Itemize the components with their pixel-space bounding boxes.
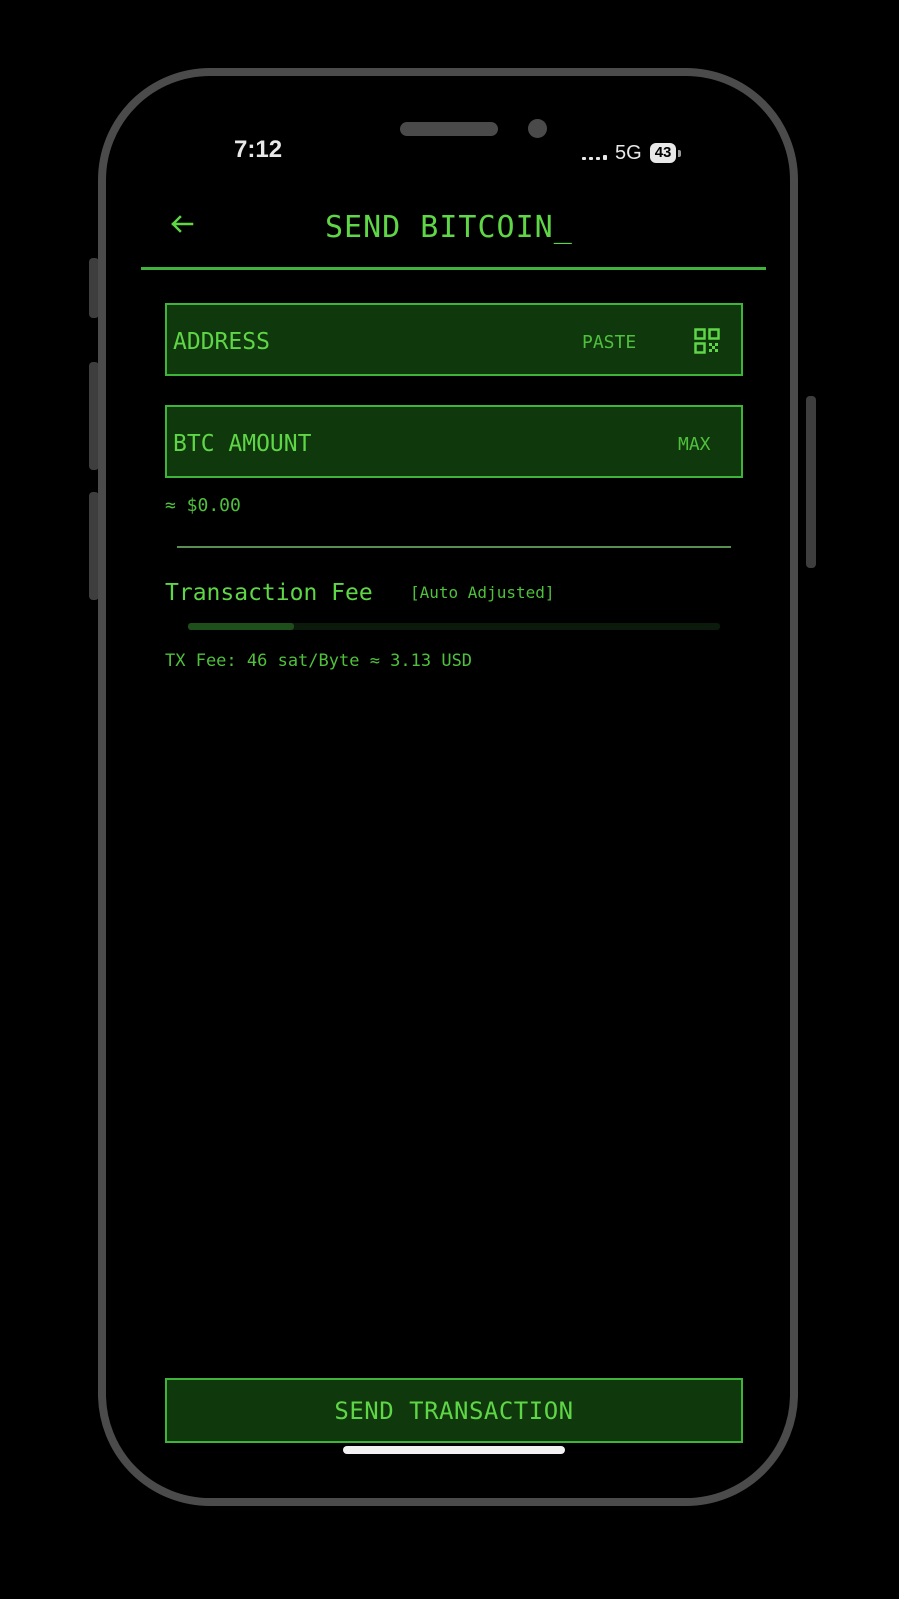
phone-frame bbox=[98, 68, 798, 1506]
send-transaction-button[interactable]: SEND TRANSACTION bbox=[165, 1378, 743, 1443]
fee-detail: TX Fee: 46 sat/Byte ≈ 3.13 USD bbox=[165, 651, 473, 671]
address-placeholder: ADDRESS bbox=[173, 329, 270, 355]
paste-button[interactable]: PASTE bbox=[582, 332, 636, 353]
battery-level: 43 bbox=[649, 143, 677, 163]
fee-mode: [Auto Adjusted] bbox=[410, 583, 555, 602]
status-time: 7:12 bbox=[234, 136, 283, 163]
fee-slider[interactable] bbox=[188, 623, 720, 630]
fee-slider-fill bbox=[188, 623, 295, 630]
front-camera bbox=[528, 119, 547, 138]
header-divider bbox=[141, 267, 766, 270]
fiat-estimate: ≈ $0.00 bbox=[165, 495, 241, 516]
arrow-left-icon[interactable] bbox=[166, 208, 198, 240]
status-indicators: 5G 43 bbox=[582, 141, 682, 165]
btc-amount-field[interactable]: BTC AMOUNT MAX bbox=[165, 405, 743, 478]
speaker-grille bbox=[400, 122, 498, 136]
qr-code-icon[interactable] bbox=[694, 328, 720, 354]
network-type: 5G bbox=[615, 141, 642, 164]
address-field[interactable]: ADDRESS PASTE bbox=[165, 303, 743, 376]
power-button bbox=[806, 396, 816, 568]
page-title: SEND BITCOIN_ bbox=[325, 210, 573, 245]
battery-icon: 43 bbox=[649, 143, 682, 163]
max-button[interactable]: MAX bbox=[678, 434, 711, 455]
home-indicator[interactable] bbox=[343, 1446, 565, 1454]
section-divider bbox=[177, 546, 731, 548]
btc-amount-placeholder: BTC AMOUNT bbox=[173, 431, 312, 457]
signal-strength-icon bbox=[582, 146, 607, 160]
fee-title: Transaction Fee bbox=[165, 580, 373, 606]
